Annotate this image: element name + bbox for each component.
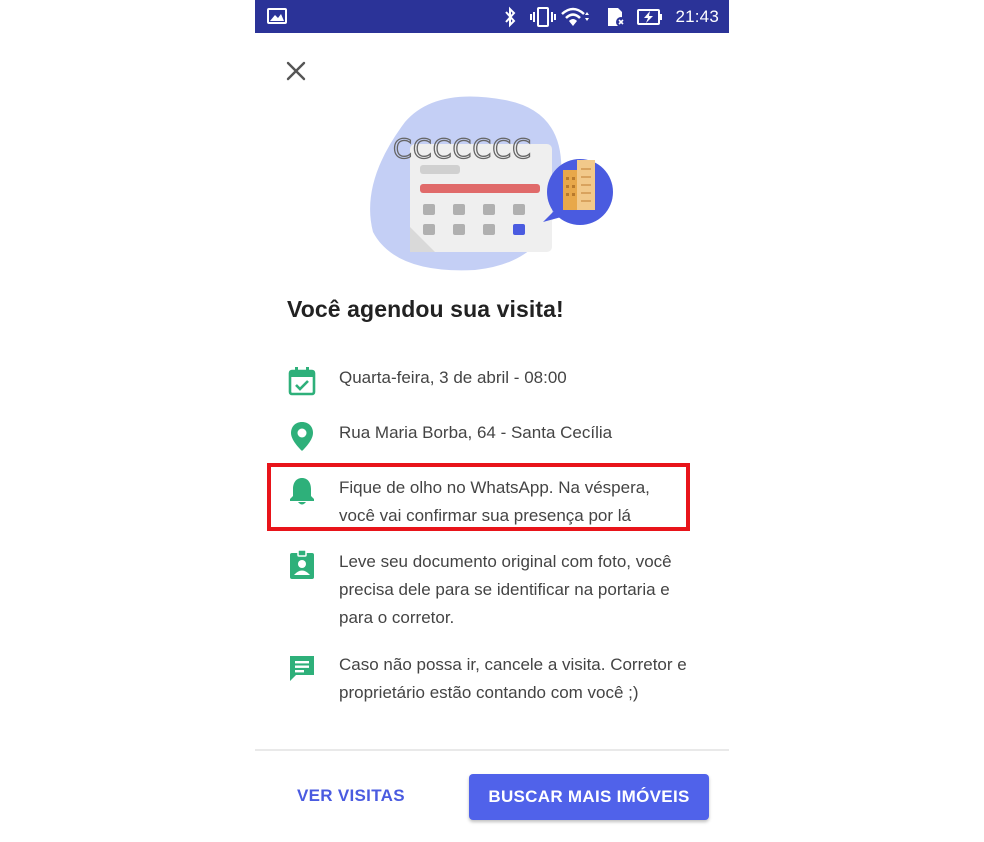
- info-row-date: Quarta-feira, 3 de abril - 08:00: [285, 364, 695, 396]
- calendar-check-icon: [288, 367, 316, 396]
- info-row-cancel: Caso não possa ir, cancele a visita. Cor…: [285, 651, 695, 737]
- wifi-icon: [561, 7, 589, 26]
- close-button[interactable]: [281, 56, 311, 86]
- info-row-address: Rua Maria Borba, 64 - Santa Cecília: [285, 419, 695, 451]
- bluetooth-icon: [505, 6, 516, 28]
- location-pin-icon: [291, 422, 313, 451]
- page-title: Você agendou sua visita!: [287, 296, 564, 322]
- info-text-cancel: Caso não possa ir, cancele a visita. Cor…: [339, 655, 687, 702]
- info-text-date: Quarta-feira, 3 de abril - 08:00: [339, 368, 567, 387]
- calendar-building-illustration: CCCCCCC: [370, 96, 613, 271]
- highlight-box: [267, 463, 690, 531]
- view-visits-button[interactable]: VER VISITAS: [297, 786, 405, 806]
- info-text-address: Rua Maria Borba, 64 - Santa Cecília: [339, 423, 613, 442]
- status-bar: 21:43: [255, 0, 729, 33]
- image-icon: [267, 8, 287, 24]
- calendar-spiral-rings: CCCCCCC: [393, 134, 532, 165]
- sd-card-icon: [608, 8, 626, 27]
- footer-divider: [255, 749, 729, 751]
- search-more-properties-button[interactable]: BUSCAR MAIS IMÓVEIS: [469, 774, 709, 820]
- info-text-document: Leve seu documento original com foto, vo…: [339, 552, 672, 627]
- status-time: 21:43: [675, 7, 719, 26]
- battery-charging-icon: [637, 9, 662, 25]
- chat-icon: [290, 656, 314, 681]
- app-screen: 21:43 CCCCCCC Você agendou sua visita! Q…: [255, 0, 729, 842]
- id-badge-icon: [290, 549, 314, 579]
- close-icon: [286, 61, 306, 81]
- info-row-document: Leve seu documento original com foto, vo…: [285, 548, 695, 634]
- vibrate-icon: [530, 7, 556, 27]
